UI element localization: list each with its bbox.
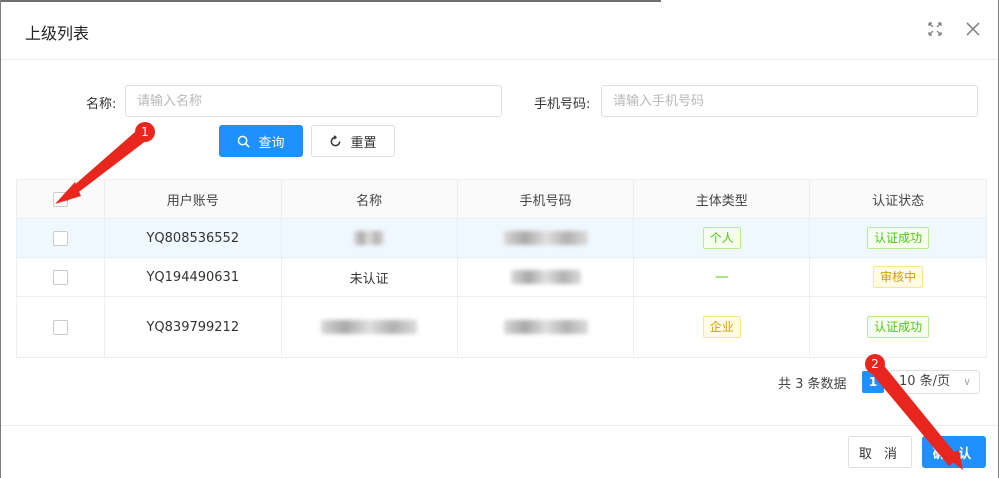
phone-label: 手机号码: bbox=[534, 97, 591, 112]
redacted-phone bbox=[510, 270, 581, 284]
dialog-header: 上级列表 bbox=[1, 0, 998, 60]
close-icon[interactable] bbox=[962, 18, 984, 40]
type-tag: 企业 bbox=[702, 316, 741, 338]
redacted-name bbox=[354, 231, 385, 245]
redacted-phone bbox=[503, 320, 588, 334]
reset-button[interactable]: 重置 bbox=[311, 125, 395, 157]
annotation-marker-2: 2 bbox=[865, 354, 885, 374]
table-header-row: 用户账号 名称 手机号码 主体类型 认证状态 bbox=[16, 179, 987, 219]
parent-list-table: 用户账号 名称 手机号码 主体类型 认证状态 YQ808536552 个人 认证… bbox=[16, 179, 987, 358]
search-icon bbox=[238, 135, 251, 148]
pagination-page-1[interactable]: 1 bbox=[862, 371, 884, 393]
reset-button-label: 重置 bbox=[350, 135, 377, 151]
account-cell: YQ194490631 bbox=[104, 257, 282, 297]
refresh-icon bbox=[331, 134, 341, 146]
phone-cell bbox=[457, 257, 635, 297]
status-cell: 认证成功 bbox=[809, 218, 987, 258]
phone-cell bbox=[457, 296, 635, 358]
row-select-cell bbox=[16, 257, 105, 297]
phone-cell bbox=[457, 218, 635, 258]
name-label: 名称: bbox=[86, 97, 117, 112]
column-header-status: 认证状态 bbox=[809, 179, 987, 219]
redacted-name bbox=[321, 320, 418, 334]
type-empty-dash: — bbox=[714, 269, 729, 285]
chevron-down-icon: ∨ bbox=[962, 375, 971, 388]
column-header-type: 主体类型 bbox=[633, 179, 811, 219]
dialog-title: 上级列表 bbox=[25, 24, 90, 43]
column-header-phone: 手机号码 bbox=[457, 179, 635, 219]
row-checkbox[interactable] bbox=[52, 319, 68, 335]
row-checkbox[interactable] bbox=[52, 230, 68, 246]
parent-list-dialog: 上级列表 名称: 手机号码: 查询 重置 用户账号 名称 手机号码 bbox=[0, 0, 999, 478]
search-button[interactable]: 查询 bbox=[219, 125, 303, 157]
pagination-total: 共 3 条数据 bbox=[778, 377, 847, 392]
row-checkbox[interactable] bbox=[52, 269, 68, 285]
table-row[interactable]: YQ808536552 个人 认证成功 bbox=[16, 218, 987, 258]
confirm-button[interactable]: 确 认 bbox=[922, 436, 986, 468]
footer-divider bbox=[1, 425, 998, 426]
status-badge: 认证成功 bbox=[867, 316, 930, 338]
column-header-name: 名称 bbox=[281, 179, 458, 219]
name-cell bbox=[281, 296, 458, 358]
status-badge: 审核中 bbox=[873, 266, 924, 288]
cancel-button[interactable]: 取 消 bbox=[848, 436, 912, 468]
annotation-marker-1: 1 bbox=[135, 122, 155, 142]
name-search-input[interactable] bbox=[125, 85, 502, 117]
type-tag: 个人 bbox=[702, 227, 741, 249]
name-cell bbox=[281, 218, 458, 258]
status-cell: 认证成功 bbox=[809, 296, 987, 358]
select-all-cell bbox=[16, 179, 105, 219]
table-row[interactable]: YQ194490631 未认证 — 审核中 bbox=[16, 257, 987, 297]
status-badge: 认证成功 bbox=[867, 227, 930, 249]
row-select-cell bbox=[16, 218, 105, 258]
column-header-account: 用户账号 bbox=[104, 179, 282, 219]
row-select-cell bbox=[16, 296, 105, 358]
redacted-phone bbox=[503, 231, 588, 245]
status-cell: 审核中 bbox=[809, 257, 987, 297]
account-cell: YQ839799212 bbox=[104, 296, 282, 358]
page-size-value: 10 条/页 bbox=[899, 374, 951, 389]
search-button-label: 查询 bbox=[258, 135, 285, 151]
type-cell: 个人 bbox=[633, 218, 811, 258]
expand-icon[interactable] bbox=[924, 18, 946, 40]
phone-search-input[interactable] bbox=[601, 85, 978, 117]
type-cell: — bbox=[633, 257, 811, 297]
name-cell: 未认证 bbox=[281, 257, 458, 297]
select-all-checkbox[interactable] bbox=[52, 191, 68, 207]
page-size-select[interactable]: 10 条/页 ∨ bbox=[890, 370, 980, 394]
table-row[interactable]: YQ839799212 企业 认证成功 bbox=[16, 296, 987, 358]
account-cell: YQ808536552 bbox=[104, 218, 282, 258]
type-cell: 企业 bbox=[633, 296, 811, 358]
